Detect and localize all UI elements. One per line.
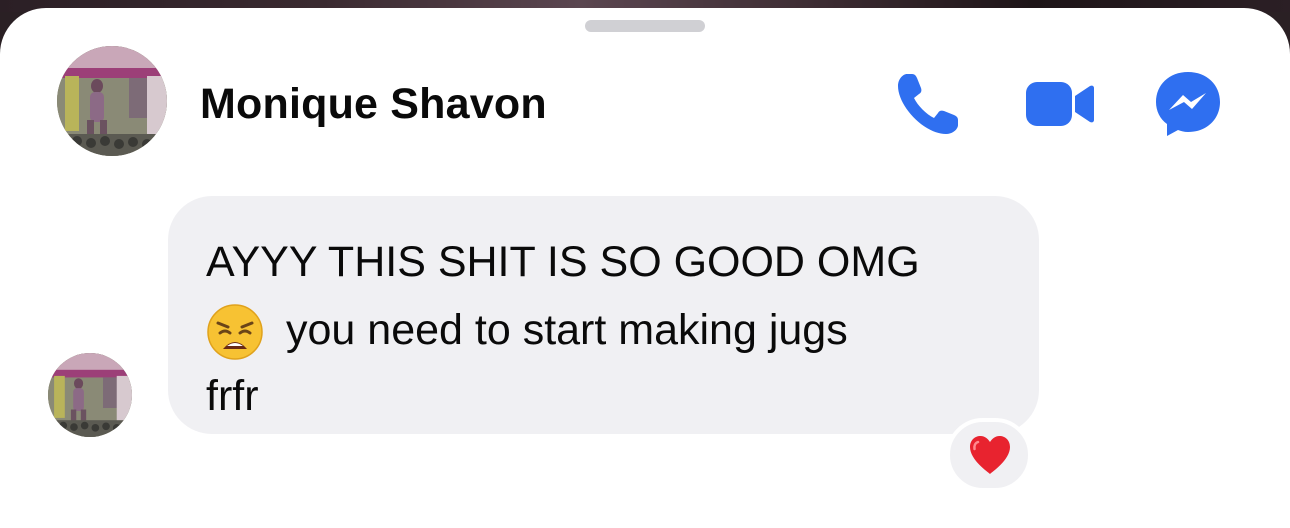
weary-face-emoji: [206, 303, 264, 361]
contact-avatar[interactable]: [57, 46, 167, 156]
call-button[interactable]: [890, 66, 966, 142]
messenger-icon: [1156, 72, 1220, 136]
message-text-line-3: frfr: [206, 372, 259, 420]
phone-icon: [898, 74, 958, 134]
video-call-button[interactable]: [1020, 66, 1096, 142]
contact-name[interactable]: Monique Shavon: [200, 80, 547, 129]
profile-photo-small: [48, 353, 132, 437]
message-text-line-1: AYYY THIS SHIT IS SO GOOD OMG: [206, 238, 920, 286]
profile-photo: [57, 46, 167, 156]
message-reaction[interactable]: [946, 418, 1032, 492]
sender-avatar[interactable]: [48, 353, 132, 437]
red-heart-icon: [968, 434, 1012, 476]
sheet-grabber-handle[interactable]: [585, 20, 705, 32]
message-text-line-2: you need to start making jugs: [286, 306, 848, 354]
video-camera-icon: [1026, 82, 1094, 126]
messenger-button[interactable]: [1150, 66, 1226, 142]
